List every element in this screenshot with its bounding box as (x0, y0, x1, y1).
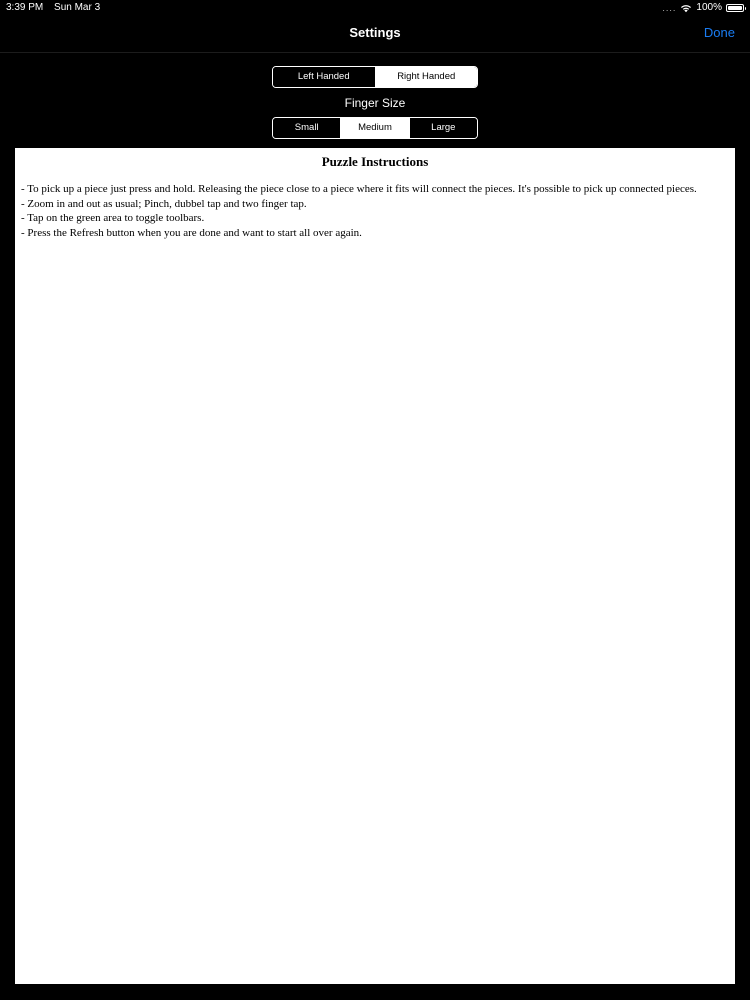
finger-size-label: Finger Size (344, 96, 406, 110)
instructions-title: Puzzle Instructions (321, 154, 429, 169)
navigation-bar: Settings Done (0, 16, 750, 53)
cellular-signal-icon: .... (662, 3, 677, 13)
instruction-line: - Zoom in and out as usual; Pinch, dubbe… (21, 197, 307, 210)
instruction-line: - To pick up a piece just press and hold… (21, 183, 697, 195)
battery-icon (726, 4, 746, 12)
segment-large[interactable]: Large (408, 118, 477, 138)
segment-medium[interactable]: Medium (340, 118, 409, 138)
instructions-panel: Puzzle Instructions - To pick up a piece… (15, 148, 735, 984)
finger-size-segmented-control: Small Medium Large (272, 117, 478, 139)
wifi-icon (681, 5, 692, 13)
segment-right-handed[interactable]: Right Handed (374, 67, 477, 87)
done-button[interactable]: Done (704, 16, 735, 50)
status-left: 3:39 PM Sun Mar 3 (6, 0, 100, 16)
handedness-segmented-control: Left Handed Right Handed (272, 66, 478, 88)
status-time: 3:39 PM (6, 2, 44, 13)
segment-left-handed[interactable]: Left Handed (273, 67, 375, 87)
status-bar: 3:39 PM Sun Mar 3 .... 100% (0, 0, 750, 16)
instruction-line: - Press the Refresh button when you are … (21, 226, 362, 239)
status-date: Sun Mar 3 (54, 2, 101, 13)
instruction-line: - Tap on the green area to toggle toolba… (21, 212, 205, 224)
page-title: Settings (349, 25, 401, 40)
status-right: .... 100% (662, 0, 746, 16)
segment-small[interactable]: Small (273, 118, 341, 138)
battery-percentage: 100% (696, 2, 722, 13)
